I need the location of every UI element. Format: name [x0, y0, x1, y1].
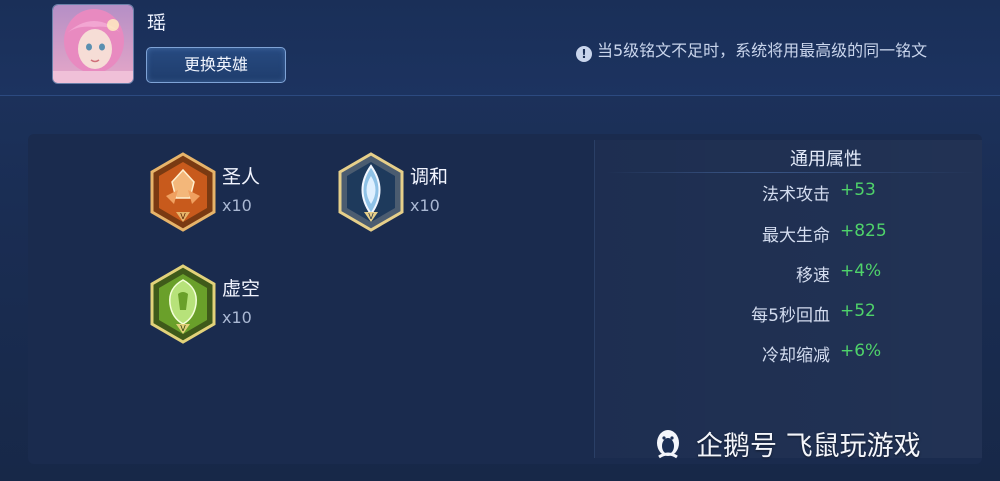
- svg-text:V: V: [180, 212, 186, 221]
- rune-page-screen: 瑶 更换英雄 ! 当5级铭文不足时，系统将用最高级的同一铭文 V 圣人 x10 V…: [0, 0, 1000, 481]
- attribute-value: +4%: [840, 261, 882, 281]
- attribute-label: 冷却缩减: [762, 346, 830, 366]
- harmony-rune-icon: V: [338, 152, 404, 232]
- rune-item-void[interactable]: V 虚空 x10: [148, 264, 308, 344]
- rune-count: x10: [410, 196, 440, 215]
- svg-text:V: V: [180, 324, 186, 333]
- hero-avatar[interactable]: [52, 4, 134, 84]
- notice-text: 当5级铭文不足时，系统将用最高级的同一铭文: [597, 41, 928, 60]
- hero-name: 瑶: [147, 12, 167, 34]
- info-icon: !: [576, 46, 592, 62]
- top-bar: 瑶 更换英雄 ! 当5级铭文不足时，系统将用最高级的同一铭文: [0, 0, 1000, 96]
- hero-portrait-icon: [53, 5, 133, 83]
- watermark-text: 企鹅号 飞鼠玩游戏: [696, 431, 921, 462]
- attribute-row-cooldown: 冷却缩减 +6%: [600, 341, 900, 367]
- attribute-row-move-speed: 移速 +4%: [600, 261, 900, 287]
- attribute-value: +6%: [840, 341, 882, 361]
- attribute-value: +825: [840, 221, 887, 241]
- attribute-value: +52: [840, 301, 876, 321]
- watermark: 企鹅号 飞鼠玩游戏: [652, 424, 921, 463]
- attribute-label: 移速: [796, 266, 830, 286]
- svg-text:V: V: [368, 212, 374, 221]
- attributes-divider: [606, 172, 978, 173]
- attributes-title: 通用属性: [790, 149, 862, 170]
- rune-name: 圣人: [222, 166, 261, 188]
- attribute-value: +53: [840, 180, 876, 200]
- rune-name: 调和: [410, 166, 449, 188]
- attribute-row-hp-regen: 每5秒回血 +52: [600, 301, 900, 327]
- change-hero-button[interactable]: 更换英雄: [146, 47, 286, 83]
- attribute-label: 最大生命: [762, 226, 830, 246]
- attribute-row-magic-attack: 法术攻击 +53: [600, 180, 900, 206]
- sage-rune-icon: V: [150, 152, 216, 232]
- rune-count: x10: [222, 196, 252, 215]
- void-rune-icon: V: [150, 264, 216, 344]
- attribute-row-max-hp: 最大生命 +825: [600, 221, 900, 247]
- attribute-label: 每5秒回血: [751, 306, 830, 326]
- rune-item-sage[interactable]: V 圣人 x10: [148, 152, 308, 232]
- notice-banner: ! 当5级铭文不足时，系统将用最高级的同一铭文: [576, 37, 1000, 62]
- rune-count: x10: [222, 308, 252, 327]
- rune-item-harmony[interactable]: V 调和 x10: [336, 152, 496, 232]
- rune-name: 虚空: [222, 278, 261, 300]
- attribute-label: 法术攻击: [762, 185, 830, 205]
